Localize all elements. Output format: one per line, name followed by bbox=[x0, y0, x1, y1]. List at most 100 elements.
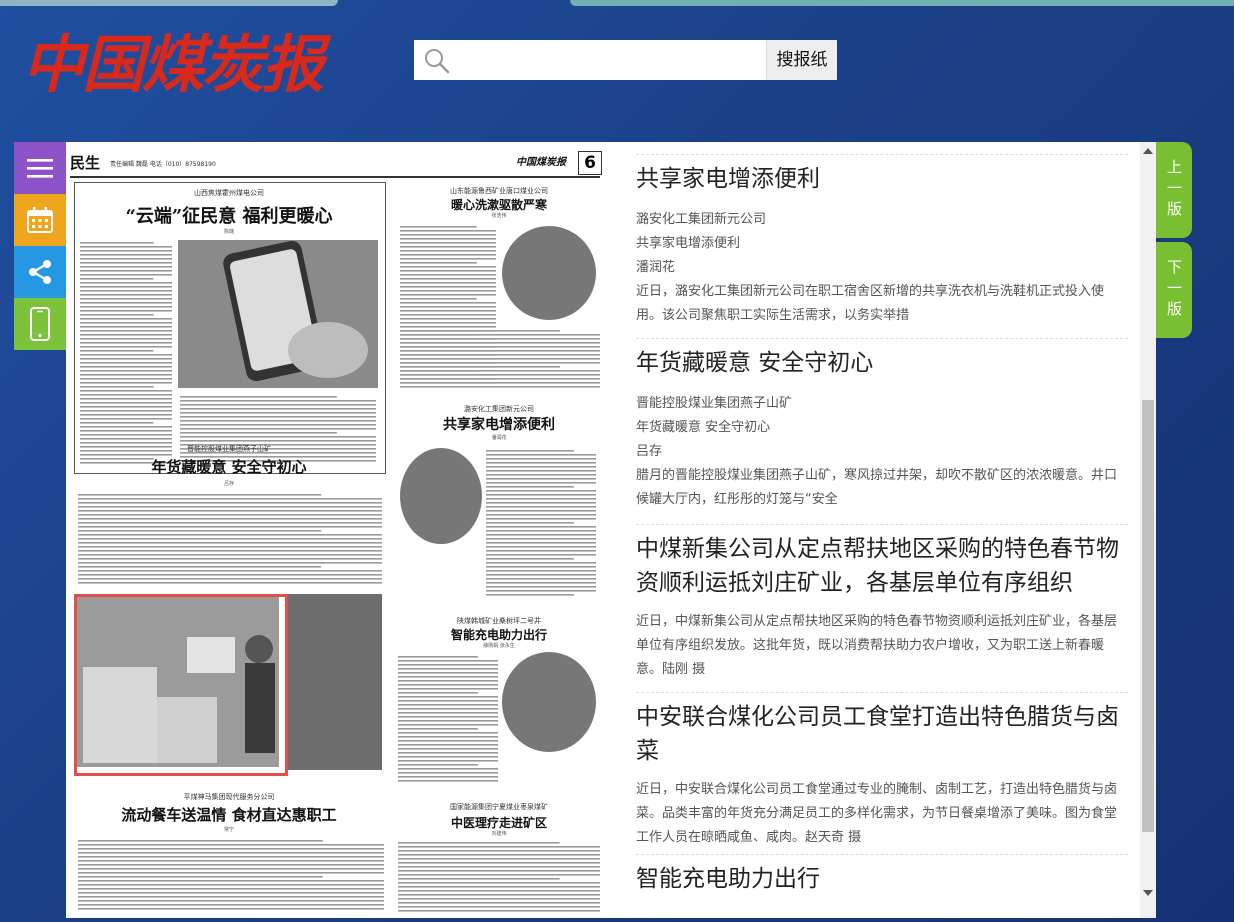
photo-charger bbox=[502, 652, 596, 752]
list-item-author: 吕存 bbox=[636, 444, 663, 459]
search-bar: 搜报纸 bbox=[414, 40, 837, 80]
article-title-1: “云端”征民意 福利更暖心 bbox=[125, 206, 333, 227]
article-title-7: 中医理疗走进矿区 bbox=[450, 816, 547, 830]
scroll-down-arrow[interactable] bbox=[1143, 890, 1153, 896]
next-page-button[interactable]: 下一版 bbox=[1156, 242, 1192, 338]
article-kicker-2: 山东能源鲁西矿业唐口煤业公司 bbox=[450, 187, 548, 195]
photo-washer bbox=[400, 448, 482, 544]
list-item-abstract: 近日，中煤新集公司从定点帮扶地区采购的特色春节物资顺利运抵刘庄矿业，各基层单位有… bbox=[636, 614, 1118, 677]
article-title-3: 年货藏暖意 安全守初心 bbox=[151, 458, 307, 476]
list-separator bbox=[636, 154, 1128, 155]
article-byline-4: 潘润花 bbox=[491, 435, 507, 441]
list-item-title[interactable]: 共享家电增添便利 bbox=[636, 154, 1128, 196]
section-name: 民生 bbox=[70, 154, 101, 172]
list-item-title[interactable]: 年货藏暖意 安全守初心 bbox=[636, 338, 1128, 380]
list-item[interactable]: 中安联合煤化公司员工食堂打造出特色腊货与卤菜 近日，中安联合煤化公司员工食堂通过… bbox=[636, 692, 1128, 850]
list-item-unit: 潞安化工集团新元公司 bbox=[636, 212, 767, 227]
article-kicker-6: 平煤神马集团现代服务分公司 bbox=[183, 793, 275, 801]
share-icon bbox=[29, 260, 51, 284]
text-lines bbox=[398, 656, 498, 782]
prev-page-label: 上一版 bbox=[1165, 158, 1183, 222]
article-title-6: 流动餐车送温情 食材直达惠职工 bbox=[121, 806, 337, 824]
calendar-icon bbox=[27, 207, 53, 233]
scroll-up-arrow[interactable] bbox=[1143, 148, 1153, 154]
text-lines bbox=[78, 494, 382, 584]
list-item-abstract: 近日，潞安化工集团新元公司在职工宿舍区新增的共享洗衣机与洗鞋机正式投入使用。该公… bbox=[636, 284, 1105, 323]
article-title-2: 暖心洗漱驱散严寒 bbox=[450, 198, 547, 212]
article-text-6 bbox=[78, 838, 384, 914]
top-tab-left[interactable] bbox=[0, 0, 338, 6]
editor-line: 责任编辑 魏磊 电话（010）87598190 bbox=[110, 161, 216, 168]
side-toolbar bbox=[14, 142, 66, 350]
highlight-box bbox=[74, 594, 288, 776]
calendar-button[interactable] bbox=[14, 194, 66, 246]
article-byline-2: 张浩伟 bbox=[491, 213, 507, 219]
article-list: 共享家电增添便利 潞安化工集团新元公司 共享家电增添便利 潘润花 近日，潞安化工… bbox=[612, 142, 1140, 918]
mobile-button[interactable] bbox=[14, 298, 66, 350]
text-lines bbox=[398, 842, 600, 912]
article-text-5 bbox=[398, 654, 498, 784]
article-kicker-4: 潞安化工集团新元公司 bbox=[464, 405, 534, 413]
menu-button[interactable] bbox=[14, 142, 66, 194]
list-separator bbox=[636, 854, 1128, 855]
article-kicker-3: 晋能控股煤业集团燕子山矿 bbox=[187, 445, 271, 453]
article-byline-7: 刘建伟 bbox=[491, 831, 507, 837]
article-byline-3: 吕存 bbox=[223, 481, 234, 487]
mobile-icon bbox=[30, 307, 50, 341]
article-byline-1: 陈璐 bbox=[223, 229, 234, 235]
article-text-7 bbox=[398, 840, 600, 914]
article-kicker-5: 陕煤韩城矿业桑树坪二号井 bbox=[457, 617, 541, 625]
search-button[interactable]: 搜报纸 bbox=[766, 40, 837, 80]
article-byline-5: 薛刚娟 张永生 bbox=[483, 643, 515, 649]
top-tab-right[interactable] bbox=[570, 0, 1234, 6]
article-text-3 bbox=[78, 492, 382, 588]
list-item-unit: 晋能控股煤业集团燕子山矿 bbox=[636, 396, 793, 411]
text-lines bbox=[80, 242, 172, 464]
menu-icon bbox=[27, 159, 53, 178]
photo-phone bbox=[178, 240, 378, 388]
article-text-4 bbox=[486, 448, 596, 598]
scroll-thumb[interactable] bbox=[1142, 400, 1154, 832]
logo[interactable]: 中国煤炭报 bbox=[22, 8, 352, 101]
article-kicker-1: 山西焦煤霍州煤电公司 bbox=[194, 189, 264, 197]
list-item-title[interactable]: 智能充电助力出行 bbox=[636, 854, 1128, 896]
newspaper-page-image[interactable]: 民生 责任编辑 魏磊 电话（010）87598190 中国煤炭报 6 山西焦煤霍… bbox=[66, 142, 612, 918]
article-kicker-7: 国家能源集团宁夏煤业枣泉煤矿 bbox=[450, 803, 548, 811]
list-item[interactable]: 智能充电助力出行 bbox=[636, 854, 1128, 896]
list-separator bbox=[636, 692, 1128, 693]
list-item[interactable]: 中煤新集公司从定点帮扶地区采购的特色春节物资顺利运抵刘庄矿业，各基层单位有序组织… bbox=[636, 524, 1128, 682]
text-lines bbox=[78, 840, 384, 910]
list-item-abstract: 腊月的晋能控股煤业集团燕子山矿，寒风掠过井架，却吹不散矿区的浓浓暖意。井口候罐大… bbox=[636, 468, 1118, 507]
prev-page-button[interactable]: 上一版 bbox=[1156, 142, 1192, 238]
search-input[interactable] bbox=[462, 46, 766, 74]
list-item-subtitle: 共享家电增添便利 bbox=[636, 236, 741, 251]
newspaper-masthead: 中国煤炭报 bbox=[516, 157, 566, 168]
top-tab-strip bbox=[0, 0, 1234, 8]
newspaper-header: 民生 责任编辑 魏磊 电话（010）87598190 中国煤炭报 6 bbox=[70, 150, 602, 178]
article-text-2b bbox=[400, 328, 600, 390]
list-item-abstract: 近日，中安联合煤化公司员工食堂通过专业的腌制、卤制工艺，打造出特色腊货与卤菜。品… bbox=[636, 782, 1118, 845]
list-separator bbox=[636, 338, 1128, 339]
article-title-4: 共享家电增添便利 bbox=[443, 417, 555, 433]
phone-hand-photo bbox=[178, 240, 378, 388]
photo-fish bbox=[286, 594, 382, 770]
list-item[interactable]: 共享家电增添便利 潞安化工集团新元公司 共享家电增添便利 潘润花 近日，潞安化工… bbox=[636, 154, 1128, 328]
photo-washroom bbox=[502, 226, 596, 320]
list-item-author: 潘润花 bbox=[636, 260, 676, 275]
list-item[interactable]: 年货藏暖意 安全守初心 晋能控股煤业集团燕子山矿 年货藏暖意 安全守初心 吕存 … bbox=[636, 338, 1128, 512]
next-page-label: 下一版 bbox=[1165, 258, 1183, 322]
list-item-title[interactable]: 中安联合煤化公司员工食堂打造出特色腊货与卤菜 bbox=[636, 692, 1128, 768]
article-text-1a bbox=[80, 240, 172, 466]
list-item-subtitle: 年货藏暖意 安全守初心 bbox=[636, 420, 771, 435]
share-button[interactable] bbox=[14, 246, 66, 298]
list-scrollbar[interactable] bbox=[1140, 142, 1156, 918]
logo-text: 中国煤炭报 bbox=[22, 28, 324, 101]
text-lines bbox=[486, 450, 596, 596]
article-byline-6: 常宁 bbox=[223, 827, 234, 833]
list-separator bbox=[636, 524, 1128, 525]
page-number: 6 bbox=[578, 151, 602, 175]
list-item-title[interactable]: 中煤新集公司从定点帮扶地区采购的特色春节物资顺利运抵刘庄矿业，各基层单位有序组织 bbox=[636, 524, 1128, 600]
text-lines bbox=[400, 330, 600, 388]
search-icon bbox=[425, 49, 450, 74]
article-title-5: 智能充电助力出行 bbox=[450, 628, 547, 642]
